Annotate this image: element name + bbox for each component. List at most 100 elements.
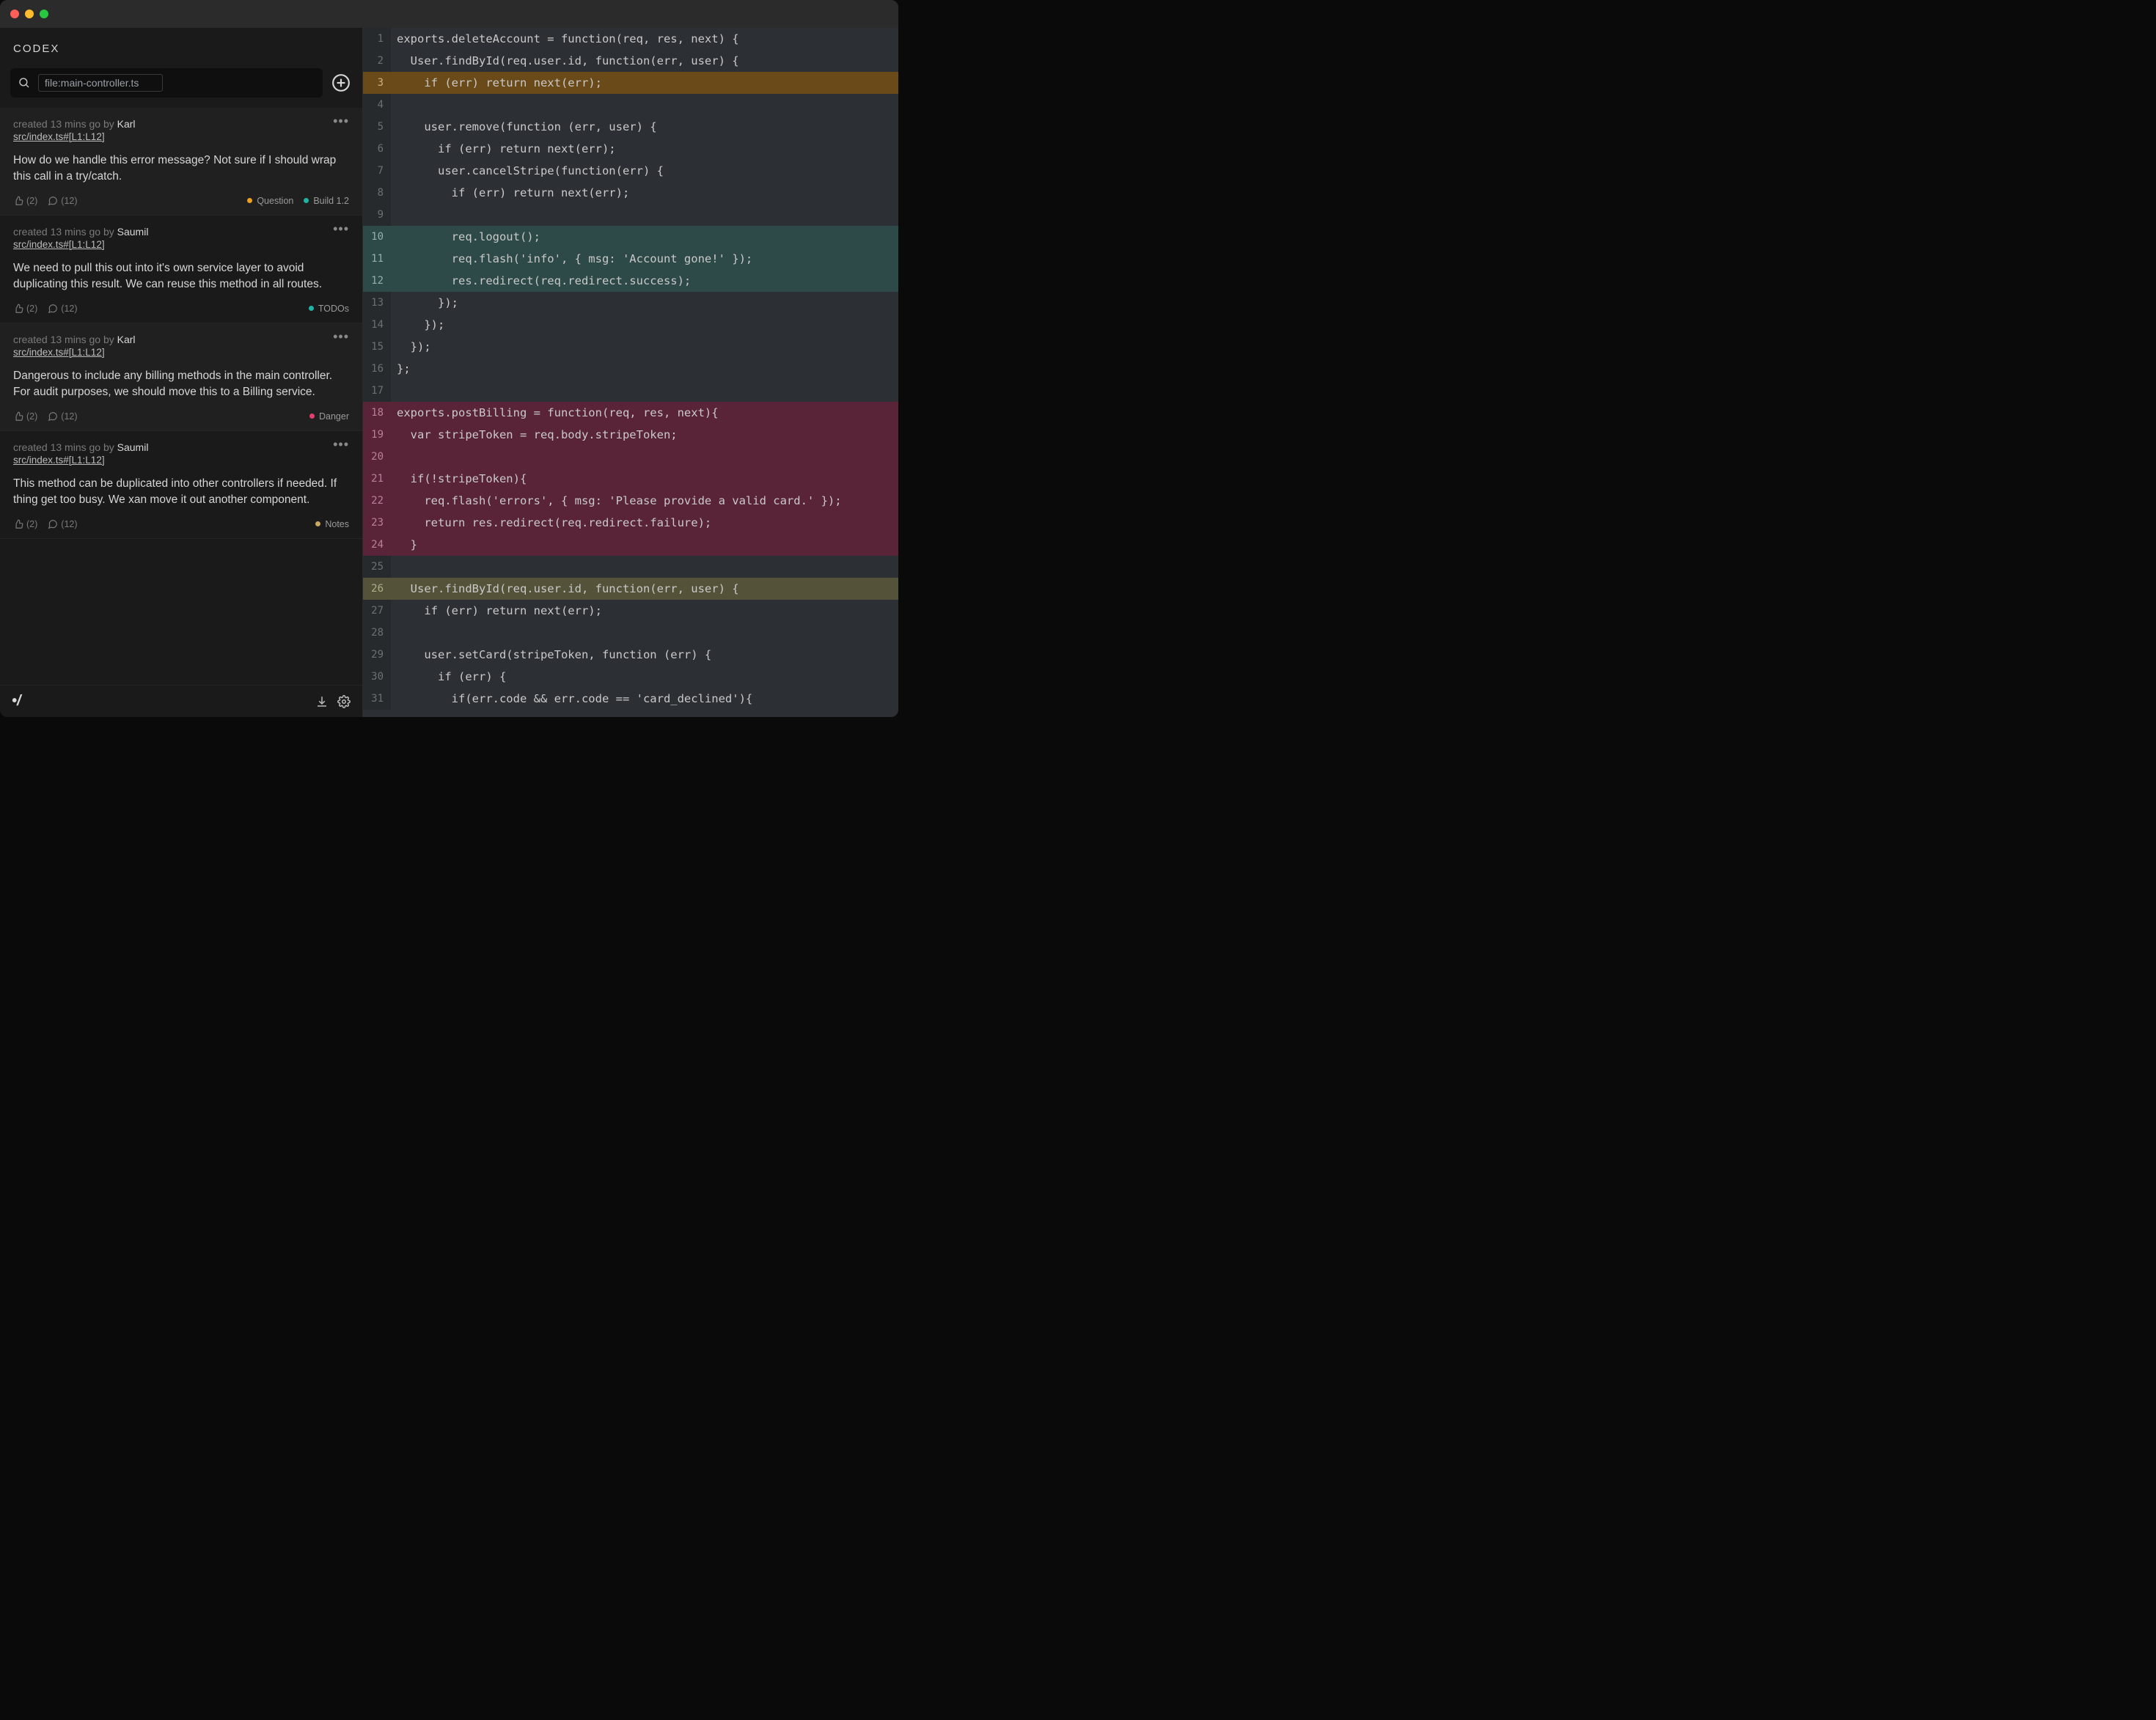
line-content: if(!stripeToken){ (391, 468, 898, 490)
code-line[interactable]: 30 if (err) { (363, 666, 898, 688)
tag-danger[interactable]: Danger (309, 411, 349, 422)
code-line[interactable]: 5 user.remove(function (err, user) { (363, 116, 898, 138)
search-row (0, 62, 362, 108)
line-content: return res.redirect(req.redirect.failure… (391, 512, 898, 534)
download-icon[interactable] (315, 695, 329, 708)
thread-item[interactable]: created 13 mins go by Saumil src/index.t… (0, 431, 362, 539)
thread-item[interactable]: created 13 mins go by Karl src/index.ts#… (0, 323, 362, 431)
titlebar (0, 0, 898, 28)
like-button[interactable]: (2) (13, 411, 37, 422)
gear-icon[interactable] (337, 695, 351, 708)
brand-logo: CODEX (13, 43, 349, 55)
code-line[interactable]: 14 }); (363, 314, 898, 336)
line-content (391, 380, 898, 402)
code-line[interactable]: 1exports.deleteAccount = function(req, r… (363, 28, 898, 50)
line-number: 23 (363, 512, 391, 534)
comment-button[interactable]: (12) (48, 304, 77, 314)
tag-question[interactable]: Question (247, 196, 293, 206)
thread-body: This method can be duplicated into other… (13, 476, 349, 509)
thread-item[interactable]: created 13 mins go by Karl src/index.ts#… (0, 108, 362, 216)
comment-count: (12) (61, 411, 77, 422)
code-line[interactable]: 3 if (err) return next(err); (363, 72, 898, 94)
code-line[interactable]: 19 var stripeToken = req.body.stripeToke… (363, 424, 898, 446)
line-number: 4 (363, 94, 391, 116)
chat-icon (48, 304, 58, 314)
thumbs-up-icon (13, 519, 23, 529)
sidebar-header: CODEX (0, 28, 362, 62)
code-line[interactable]: 13 }); (363, 292, 898, 314)
thread-meta: created 13 mins go by Karl (13, 118, 136, 130)
thread-file-link[interactable]: src/index.ts#[L1:L12] (13, 239, 105, 250)
line-number: 12 (363, 270, 391, 292)
thread-file-link[interactable]: src/index.ts#[L1:L12] (13, 455, 105, 466)
line-number: 19 (363, 424, 391, 446)
code-line[interactable]: 24 } (363, 534, 898, 556)
code-line[interactable]: 6 if (err) return next(err); (363, 138, 898, 160)
comment-button[interactable]: (12) (48, 519, 77, 529)
code-editor[interactable]: 1exports.deleteAccount = function(req, r… (363, 28, 898, 717)
minimize-window-button[interactable] (25, 10, 34, 18)
code-line[interactable]: 25 (363, 556, 898, 578)
code-line[interactable]: 22 req.flash('errors', { msg: 'Please pr… (363, 490, 898, 512)
code-line[interactable]: 16}; (363, 358, 898, 380)
comment-button[interactable]: (12) (48, 411, 77, 422)
line-number: 2 (363, 50, 391, 72)
like-button[interactable]: (2) (13, 304, 37, 314)
line-content: if (err) return next(err); (391, 182, 898, 204)
code-line[interactable]: 20 (363, 446, 898, 468)
thread-item[interactable]: created 13 mins go by Saumil src/index.t… (0, 216, 362, 323)
tag-todos[interactable]: TODOs (309, 304, 349, 314)
tag-dot-icon (309, 414, 315, 419)
code-line[interactable]: 23 return res.redirect(req.redirect.fail… (363, 512, 898, 534)
line-number: 25 (363, 556, 391, 578)
thread-reactions: (2) (12) (13, 304, 78, 314)
add-thread-button[interactable] (330, 72, 352, 94)
code-line[interactable]: 27 if (err) return next(err); (363, 600, 898, 622)
line-content: user.remove(function (err, user) { (391, 116, 898, 138)
line-content: if (err) return next(err); (391, 138, 898, 160)
line-number: 6 (363, 138, 391, 160)
code-line[interactable]: 11 req.flash('info', { msg: 'Account gon… (363, 248, 898, 270)
code-line[interactable]: 12 res.redirect(req.redirect.success); (363, 270, 898, 292)
line-number: 16 (363, 358, 391, 380)
code-line[interactable]: 9 (363, 204, 898, 226)
line-number: 14 (363, 314, 391, 336)
line-number: 27 (363, 600, 391, 622)
close-window-button[interactable] (10, 10, 19, 18)
code-line[interactable]: 17 (363, 380, 898, 402)
thread-meta: created 13 mins go by Karl (13, 334, 136, 345)
code-line[interactable]: 28 (363, 622, 898, 644)
code-line[interactable]: 8 if (err) return next(err); (363, 182, 898, 204)
thread-more-button[interactable]: ••• (333, 118, 349, 125)
code-line[interactable]: 21 if(!stripeToken){ (363, 468, 898, 490)
app-body: CODEX created 13 mins go by Karl src/ind… (0, 28, 898, 717)
thumbs-up-icon (13, 304, 23, 314)
maximize-window-button[interactable] (40, 10, 48, 18)
tag-build-1-2[interactable]: Build 1.2 (304, 196, 349, 206)
search-input[interactable] (38, 74, 163, 92)
tag-notes[interactable]: Notes (315, 519, 349, 529)
thread-more-button[interactable]: ••• (333, 226, 349, 232)
comment-count: (12) (61, 196, 77, 206)
thread-file-link[interactable]: src/index.ts#[L1:L12] (13, 347, 105, 358)
like-button[interactable]: (2) (13, 519, 37, 529)
code-line[interactable]: 2 User.findById(req.user.id, function(er… (363, 50, 898, 72)
thread-file-link[interactable]: src/index.ts#[L1:L12] (13, 131, 105, 142)
code-line[interactable]: 4 (363, 94, 898, 116)
code-line[interactable]: 15 }); (363, 336, 898, 358)
like-button[interactable]: (2) (13, 196, 37, 206)
code-line[interactable]: 7 user.cancelStripe(function(err) { (363, 160, 898, 182)
thread-list[interactable]: created 13 mins go by Karl src/index.ts#… (0, 108, 362, 685)
search-box[interactable] (10, 68, 323, 98)
code-line[interactable]: 29 user.setCard(stripeToken, function (e… (363, 644, 898, 666)
thread-more-button[interactable]: ••• (333, 441, 349, 448)
code-line[interactable]: 10 req.logout(); (363, 226, 898, 248)
like-count: (2) (26, 519, 37, 529)
comment-button[interactable]: (12) (48, 196, 77, 206)
code-line[interactable]: 26 User.findById(req.user.id, function(e… (363, 578, 898, 600)
line-content: }); (391, 292, 898, 314)
code-line[interactable]: 18exports.postBilling = function(req, re… (363, 402, 898, 424)
code-line[interactable]: 31 if(err.code && err.code == 'card_decl… (363, 688, 898, 710)
thread-more-button[interactable]: ••• (333, 334, 349, 340)
line-number: 5 (363, 116, 391, 138)
